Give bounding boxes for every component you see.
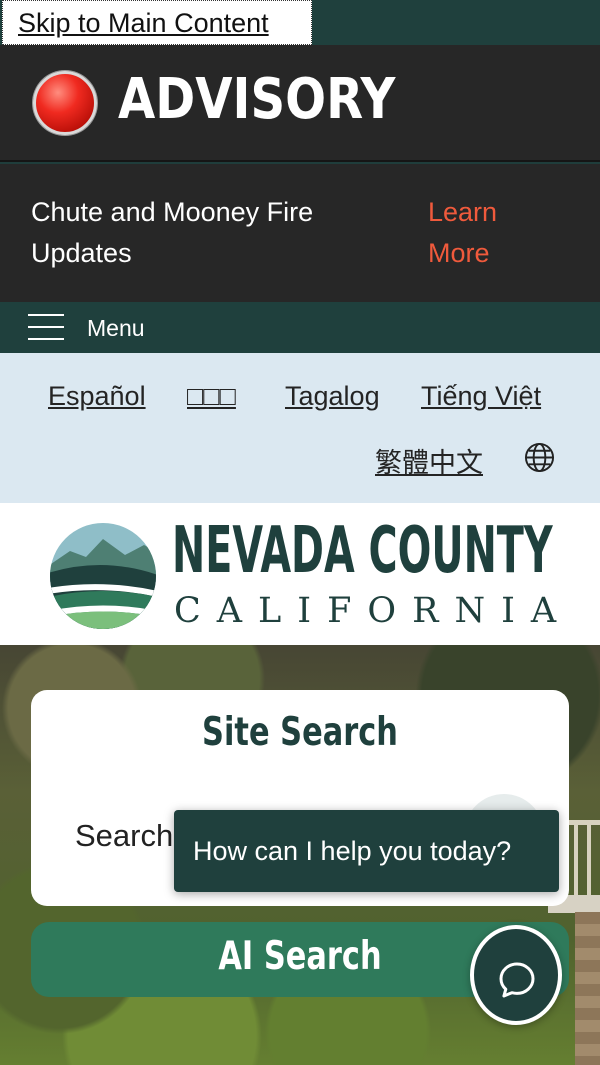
chat-bubble-icon xyxy=(499,962,535,998)
search-label: Search xyxy=(75,818,174,853)
skip-bar: Skip to Main Content xyxy=(0,0,600,45)
language-vietnamese[interactable]: Tiếng Việt xyxy=(421,381,541,412)
site-search-title: Site Search xyxy=(202,710,398,755)
county-name: NEVADA COUNTY xyxy=(172,514,553,588)
learn-more-link[interactable]: Learn More xyxy=(428,192,548,274)
chat-help-tooltip: How can I help you today? xyxy=(174,810,559,892)
chat-launcher-button[interactable] xyxy=(470,925,562,1025)
skip-to-main-content-link[interactable]: Skip to Main Content xyxy=(2,0,312,45)
hamburger-icon[interactable] xyxy=(28,314,64,341)
county-landscape-logo-icon xyxy=(50,523,156,629)
language-bar: Español □□□ Tagalog Tiếng Việt 繁體中文 xyxy=(0,353,600,503)
language-unrendered-script[interactable]: □□□ xyxy=(187,381,236,412)
ai-search-label: AI Search xyxy=(218,934,382,979)
menu-bar[interactable]: Menu xyxy=(0,302,600,353)
advisory-title: ADVISORY xyxy=(118,67,396,132)
state-name: CALIFORNIA xyxy=(174,591,573,631)
language-traditional-chinese[interactable]: 繁體中文 xyxy=(375,441,483,480)
nevada-county-logo-banner[interactable]: NEVADA COUNTY CALIFORNIA xyxy=(0,503,600,645)
fire-update-notice: Chute and Mooney Fire Updates Learn More xyxy=(0,164,600,302)
globe-icon[interactable] xyxy=(524,442,555,473)
advisory-banner: ADVISORY xyxy=(0,45,600,162)
language-tagalog[interactable]: Tagalog xyxy=(285,381,380,412)
language-spanish[interactable]: Español xyxy=(48,381,146,412)
notice-text: Chute and Mooney Fire Updates xyxy=(31,197,314,268)
menu-label[interactable]: Menu xyxy=(87,315,145,342)
alert-red-dot-icon xyxy=(33,71,97,135)
